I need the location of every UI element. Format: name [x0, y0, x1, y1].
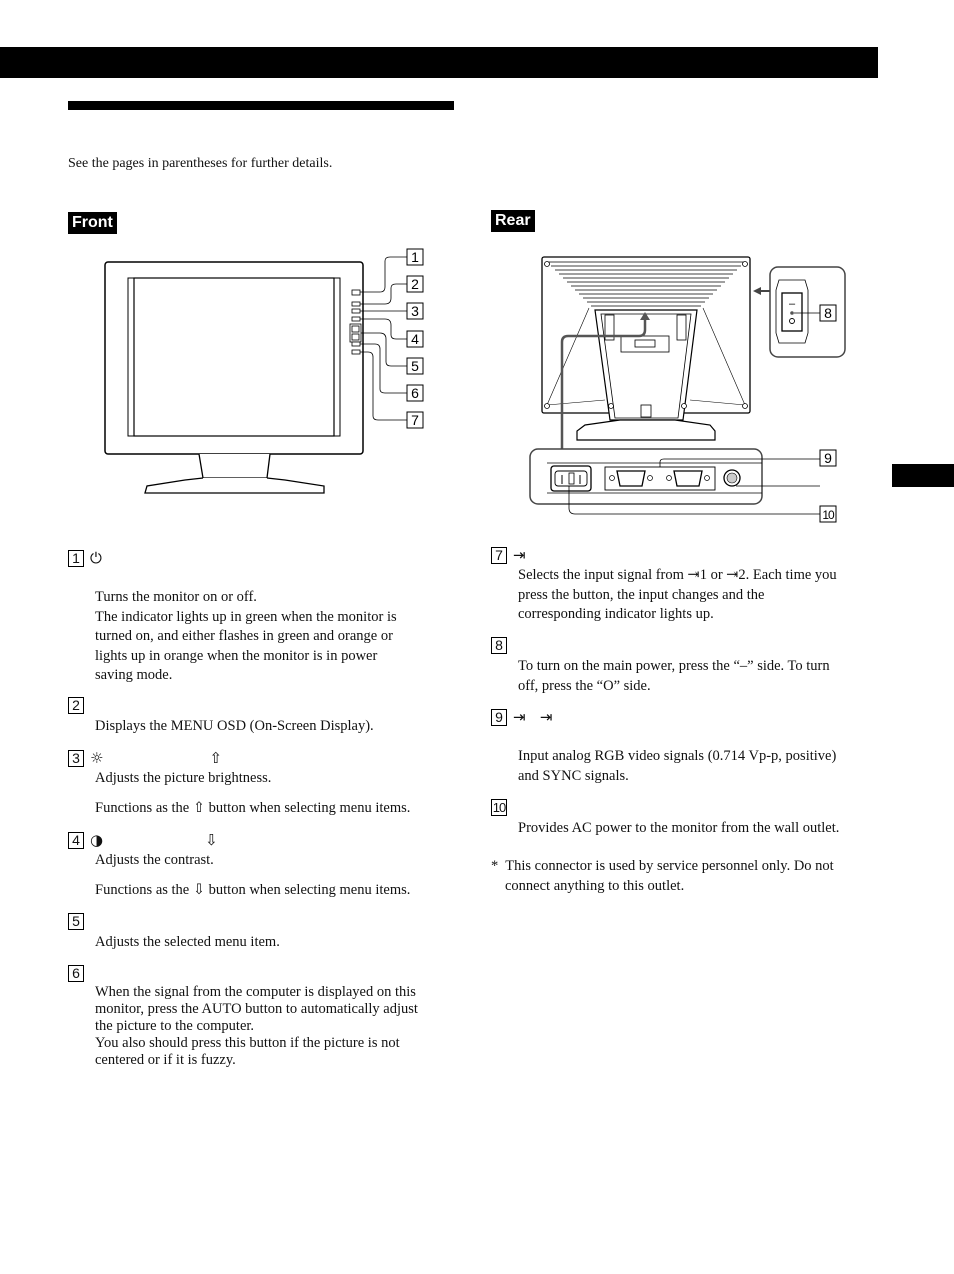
svg-text:8: 8 — [824, 305, 832, 321]
callout-1: 1 — [406, 248, 424, 266]
callout-3: 3 — [406, 302, 424, 320]
item-number: 9 — [491, 708, 507, 726]
footnote: * This connector is used by service pers… — [491, 858, 834, 894]
callout-4: 4 — [406, 330, 424, 348]
intro-text: See the pages in parentheses for further… — [68, 156, 333, 171]
item-2-text: Displays the MENU OSD (On-Screen Display… — [95, 718, 374, 734]
control-up — [351, 325, 360, 333]
item-5-head: 5 — [68, 913, 84, 930]
up-arrow-icon: ⇧ — [209, 749, 223, 767]
input-icon: ⇥ ⇥ — [513, 708, 553, 726]
svg-text:4: 4 — [411, 331, 419, 347]
svg-text:9: 9 — [824, 450, 832, 466]
item-number: 2 — [68, 697, 84, 714]
item-2-head: 2 — [68, 697, 84, 714]
control-down — [351, 333, 360, 341]
item-number: 8 — [491, 637, 507, 654]
auto-button — [351, 341, 361, 347]
item-number: 6 — [68, 965, 84, 982]
section-title-bar — [68, 101, 454, 110]
item-8-text: To turn on the main power, press the “–”… — [518, 658, 830, 694]
item-9-text: Input analog RGB video signals (0.714 Vp… — [518, 748, 837, 784]
item-6-text: When the signal from the computer is dis… — [95, 984, 418, 1068]
item-number: 4 — [68, 831, 84, 849]
stand-neck — [198, 453, 271, 479]
svg-text:3: 3 — [411, 303, 419, 319]
item-10-text: Provides AC power to the monitor from th… — [518, 820, 840, 836]
stand-base — [144, 477, 325, 494]
front-monitor-diagram: 1 2 3 4 5 6 7 — [104, 248, 424, 494]
svg-text:5: 5 — [411, 358, 419, 374]
leader-lines — [360, 256, 407, 421]
item-10-head: 10 — [491, 799, 507, 816]
power-button — [351, 289, 361, 296]
brightness-button — [351, 308, 361, 314]
item-1-head: 1 ⏻ — [68, 549, 102, 567]
item-number: 10 — [491, 799, 507, 816]
item-8-head: 8 — [491, 637, 507, 654]
hd15-input-1 — [616, 470, 646, 487]
power-icon: ⏻ — [90, 549, 102, 567]
item-number: 3 — [68, 749, 84, 767]
callout-10: 10 — [819, 505, 837, 523]
item-7-text: Selects the input signal from ⇥1 or ⇥2. … — [518, 567, 837, 622]
svg-text:10: 10 — [822, 508, 835, 522]
item-number: 1 — [68, 549, 84, 567]
down-arrow-icon: ⇩ — [205, 831, 218, 849]
contrast-button — [351, 316, 361, 322]
rear-label: Rear — [491, 210, 535, 232]
item-4-text: Adjusts the contrast. — [95, 852, 214, 868]
input-button — [351, 349, 361, 355]
item-3-text: Adjusts the picture brightness. — [95, 770, 272, 786]
rear-stand-base — [576, 419, 716, 441]
item-6-head: 6 — [68, 965, 84, 982]
callout-6: 6 — [406, 384, 424, 402]
svg-text:2: 2 — [411, 276, 419, 292]
callout-5: 5 — [406, 357, 424, 375]
rear-monitor-diagram: – 8 9 10 — [529, 256, 846, 523]
screen — [133, 277, 335, 437]
item-3-note: Functions as the ⇧ button when selecting… — [95, 800, 411, 816]
chapter-tab — [892, 464, 954, 487]
ac-in-connector — [550, 465, 592, 492]
item-5-text: Adjusts the selected menu item. — [95, 934, 280, 950]
contrast-icon: ◑ — [90, 831, 104, 849]
callout-2: 2 — [406, 275, 424, 293]
item-4-note: Functions as the ⇩ button when selecting… — [95, 882, 411, 898]
item-number: 7 — [491, 546, 507, 564]
item-1-text: Turns the monitor on or off. The indicat… — [95, 589, 397, 683]
svg-text:6: 6 — [411, 385, 419, 401]
front-callouts: 1 2 3 4 5 6 7 — [406, 248, 424, 429]
svg-text:1: 1 — [411, 249, 419, 265]
item-4-head: 4 ◑ ⇩ — [68, 831, 218, 849]
input-icon: ⇥ — [513, 546, 526, 564]
front-label: Front — [68, 212, 117, 234]
item-9-head: 9 ⇥ ⇥ — [491, 708, 552, 726]
header-bar — [0, 47, 878, 78]
svg-text:7: 7 — [411, 412, 419, 428]
item-number: 5 — [68, 913, 84, 930]
brightness-icon: ☼ — [90, 749, 104, 767]
item-7-head: 7 ⇥ — [491, 546, 526, 564]
callout-9: 9 — [819, 449, 837, 467]
callout-8: 8 — [819, 304, 837, 322]
svg-text:–: – — [789, 298, 796, 310]
item-3-head: 3 ☼ ⇧ — [68, 749, 222, 767]
callout-7: 7 — [406, 411, 424, 429]
menu-button — [351, 301, 361, 307]
hd15-input-2 — [673, 470, 703, 487]
